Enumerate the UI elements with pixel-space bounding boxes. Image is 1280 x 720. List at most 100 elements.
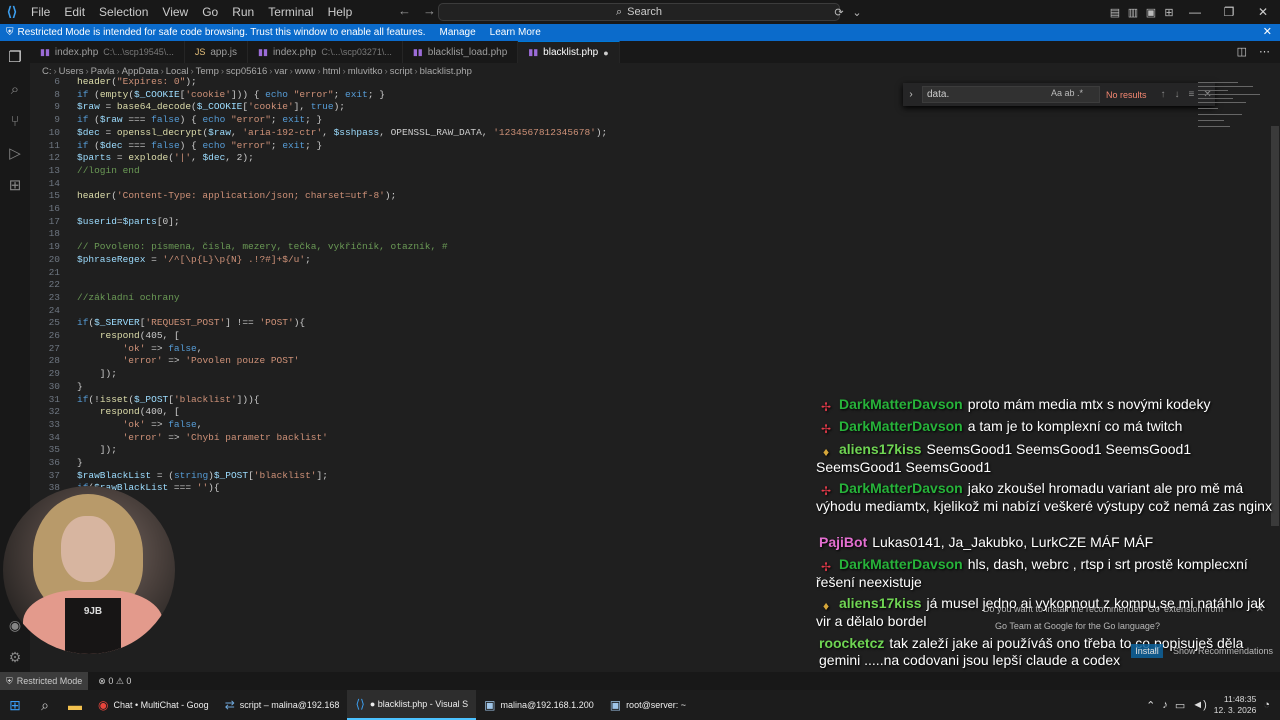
- menu-edit[interactable]: Edit: [57, 5, 92, 19]
- chat-text: Lukas0141, Ja_Jakubko, LurkCZE MÁF MÁF: [872, 534, 1154, 550]
- layout-secondary-icon[interactable]: ▣: [1142, 6, 1160, 19]
- restricted-mode-banner: ⛨ Restricted Mode is intended for safe c…: [0, 24, 1280, 41]
- chat-username: DarkMatterDavson: [839, 480, 963, 496]
- close-icon[interactable]: ✕: [1256, 604, 1264, 615]
- tab-label: app.js: [210, 46, 238, 58]
- code-line: 10 $dec = openssl_decrypt($raw, 'aria-192…: [30, 127, 1230, 140]
- tab-index-php[interactable]: ▮▮ index.php C:\...\scp03271\...: [248, 41, 403, 63]
- menu-help[interactable]: Help: [321, 5, 360, 19]
- tab-label: blacklist.php: [543, 47, 599, 58]
- display-icon[interactable]: ▭: [1175, 699, 1185, 712]
- code-text: 'error' => 'Chybí parametr backlist': [122, 431, 328, 443]
- more-actions-icon[interactable]: ⋯: [1259, 45, 1270, 58]
- split-editor-icon[interactable]: ◫: [1237, 45, 1247, 58]
- line-number: 34: [48, 431, 60, 443]
- volume-icon[interactable]: ◄): [1192, 699, 1207, 711]
- line-number: 13: [48, 164, 60, 176]
- streamer-face: [61, 516, 115, 582]
- search-icon[interactable]: ⌕: [0, 73, 30, 105]
- arrow-up-icon[interactable]: ↑: [1161, 89, 1166, 100]
- search-icon[interactable]: ⌕: [30, 690, 60, 720]
- manage-link[interactable]: Manage: [440, 27, 476, 38]
- menu-selection[interactable]: Selection: [92, 5, 155, 19]
- code-line: 19 // Povoleno: písmena, čísla, mezery, t…: [30, 241, 1230, 254]
- tab-blacklist_load-php[interactable]: ▮▮ blacklist_load.php: [403, 41, 519, 63]
- chevron-up-icon[interactable]: ⌃: [1146, 699, 1155, 712]
- close-icon[interactable]: ✕: [1263, 25, 1272, 38]
- restore-button[interactable]: ❐: [1212, 5, 1246, 19]
- find-options[interactable]: Aa ab .*: [1051, 88, 1083, 98]
- code-text: 'error' => 'Povolen pouze POST': [122, 355, 300, 367]
- source-control-icon[interactable]: ⑂: [0, 105, 30, 137]
- code-line: 27 'ok' => false,: [30, 343, 1230, 356]
- close-window-button[interactable]: ✕: [1246, 5, 1280, 19]
- back-arrow-icon[interactable]: ←: [398, 3, 411, 18]
- menu-icon[interactable]: ≡: [1189, 89, 1195, 100]
- unsaved-dot-icon[interactable]: ●: [603, 48, 608, 58]
- menu-view[interactable]: View: [155, 5, 195, 19]
- show-recommendations-button[interactable]: Show Recommendations: [1173, 646, 1273, 656]
- minimize-button[interactable]: —: [1178, 5, 1212, 19]
- line-number: 6: [54, 76, 60, 87]
- minimap[interactable]: [1195, 80, 1270, 140]
- layout-panel-icon[interactable]: ▥: [1124, 6, 1142, 19]
- problems-count[interactable]: ⊗ 0 ⚠ 0: [98, 676, 131, 687]
- code-line: 25 if($_SERVER['REQUEST_POST'] !== 'POST'…: [30, 317, 1230, 330]
- chevron-down-icon[interactable]: ⌄: [848, 6, 866, 19]
- taskbar-app[interactable]: ◉ Chat • MultiChat - Goog: [90, 690, 217, 720]
- microphone-icon[interactable]: ♪: [1162, 699, 1168, 711]
- code-line: 22: [30, 279, 1230, 292]
- code-text: if ($raw === false) { echo "error"; exit…: [77, 114, 323, 126]
- tab-app-js[interactable]: JS app.js: [185, 41, 249, 63]
- streamer-shirt: 9JB: [65, 598, 121, 654]
- layout-sidebar-icon[interactable]: ▤: [1106, 6, 1124, 19]
- code-line: 20 $phraseRegex = '/^[\p{L}\p{N} .!?#]+$/…: [30, 254, 1230, 267]
- copilot-icon[interactable]: ⟳: [830, 6, 848, 19]
- line-number: 16: [48, 203, 60, 214]
- code-line: 18: [30, 228, 1230, 241]
- tab-label: index.php: [272, 46, 317, 58]
- taskbar-app[interactable]: ▣ root@server: ~: [602, 690, 694, 720]
- scroll-thumb[interactable]: [1271, 126, 1279, 526]
- tab-blacklist-php[interactable]: ▮▮ blacklist.php ●: [518, 41, 620, 63]
- webcam-overlay: 9JB: [3, 486, 175, 654]
- taskbar-app[interactable]: ▣ malina@192.168.1.200: [476, 690, 602, 720]
- line-number: 35: [48, 444, 60, 456]
- clock[interactable]: 11:48:35 12. 3. 2026: [1214, 694, 1257, 716]
- layout-custom-icon[interactable]: ⊞: [1160, 6, 1178, 19]
- taskbar-app-label: root@server: ~: [626, 700, 686, 710]
- menu-go[interactable]: Go: [195, 5, 225, 19]
- chat-message: ✢ DarkMatterDavson proto mám media mtx s n…: [816, 396, 1272, 414]
- code-line: 16: [30, 203, 1230, 216]
- toggle-replace-icon[interactable]: ›: [903, 89, 919, 100]
- code-text: //základní ochrany: [77, 291, 180, 303]
- menu-run[interactable]: Run: [225, 5, 261, 19]
- tab-path: C:\...\scp03271\...: [321, 47, 392, 57]
- restricted-mode-status[interactable]: ⛨ Restricted Mode: [0, 672, 89, 690]
- extensions-icon[interactable]: ⊞: [0, 169, 30, 201]
- taskbar-app[interactable]: ⟨⟩ ● blacklist.php - Visual S: [347, 690, 477, 720]
- code-text: header('Content-Type: application/json; …: [77, 190, 397, 202]
- run-debug-icon[interactable]: ▷: [0, 137, 30, 169]
- line-number: 28: [48, 355, 60, 367]
- install-button[interactable]: Install: [1131, 644, 1163, 658]
- menu-terminal[interactable]: Terminal: [261, 5, 320, 19]
- file-explorer-icon[interactable]: ▬: [60, 690, 90, 720]
- code-text: 'ok' => false,: [122, 342, 203, 354]
- shield-icon: ⛨: [6, 675, 13, 686]
- windows-start-icon[interactable]: ⊞: [0, 690, 30, 720]
- menu-file[interactable]: File: [24, 5, 57, 19]
- notification-bell-icon[interactable]: ◔: [1263, 699, 1270, 711]
- explorer-icon[interactable]: ❐: [0, 41, 30, 73]
- forward-arrow-icon[interactable]: →: [423, 3, 436, 18]
- learn-more-link[interactable]: Learn More: [490, 27, 541, 38]
- tab-index-php[interactable]: ▮▮ index.php C:\...\scp19545\...: [30, 41, 185, 63]
- chat-username: roocketcz: [819, 635, 885, 651]
- taskbar-app[interactable]: ⇄ script – malina@192.168: [217, 690, 348, 720]
- command-center-search[interactable]: ⌕ Search: [438, 3, 840, 21]
- tab-label: index.php: [54, 46, 99, 58]
- line-number: 10: [48, 126, 60, 138]
- code-text: if ($dec === false) { echo "error"; exit…: [77, 139, 323, 151]
- arrow-down-icon[interactable]: ↓: [1175, 89, 1180, 100]
- menu-bar: File Edit Selection View Go Run Terminal Help: [24, 5, 359, 19]
